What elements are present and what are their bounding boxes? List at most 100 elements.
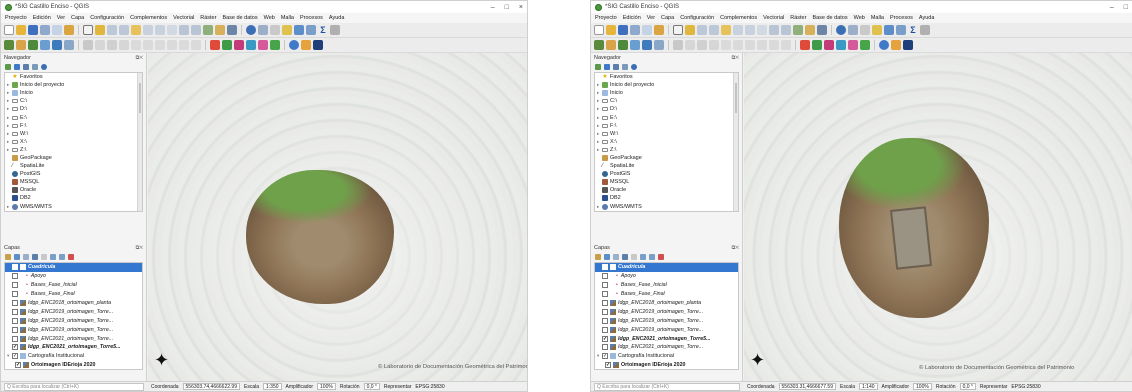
browser-item-inicio-proyecto[interactable]: ▸ Inicio del proyecto [5, 81, 142, 89]
label-pin-icon[interactable] [222, 40, 232, 50]
collapse-all-icon[interactable] [622, 64, 628, 70]
manage-themes-icon[interactable] [23, 254, 29, 260]
add-delimited-icon[interactable] [654, 40, 664, 50]
style-panel-icon[interactable] [595, 254, 601, 260]
menu-capa[interactable]: Capa [71, 15, 84, 21]
menu-base-de-datos[interactable]: Base de datos [812, 15, 847, 21]
browser-item-inicio-proyecto[interactable]: ▸ Inicio del proyecto [595, 81, 738, 89]
add-wms-icon[interactable] [642, 40, 652, 50]
layer-checkbox[interactable] [602, 300, 608, 306]
browser-item-inicio[interactable]: ▸ Inicio [5, 89, 142, 97]
layer-group-cartografia[interactable]: ▾ ✓ Cartografía Institucional [595, 352, 738, 361]
python-console-icon[interactable] [879, 40, 889, 50]
plugin-icon[interactable] [301, 40, 311, 50]
layer-ortoimagen-2018-planta[interactable]: Idgp_ENC2018_ortoimagen_planta [595, 299, 738, 308]
browser-item-w-drive[interactable]: ▸ W:\ [5, 130, 142, 138]
layer-checkbox[interactable]: ✓ [15, 362, 21, 369]
collapse-all-icon[interactable] [32, 64, 38, 70]
browser-item-e-drive[interactable]: ▸ E:\ [595, 113, 738, 121]
filter-legend-icon[interactable] [622, 254, 628, 260]
layer-checkbox[interactable]: ✓ [602, 335, 608, 342]
processing-toolbox-icon[interactable] [903, 40, 913, 50]
pan-icon[interactable] [673, 25, 683, 35]
zoom-last-icon[interactable] [769, 25, 779, 35]
select-features-icon[interactable] [258, 25, 268, 35]
label-tool-icon[interactable] [800, 40, 810, 50]
measure-icon[interactable] [330, 25, 340, 35]
menu-complementos[interactable]: Complementos [130, 15, 167, 21]
collapse-all-icon[interactable] [59, 254, 65, 260]
redo-icon[interactable] [781, 40, 791, 50]
magnifier-field[interactable]: 100% [913, 383, 932, 390]
vertex-tool-icon[interactable] [119, 40, 129, 50]
layer-ortoimagen-iderioja[interactable]: ✓ Ortoimagen IDErioja 2020 [595, 361, 738, 369]
layer-ortoimagen-2021-torre5[interactable]: ✓ Idgp_ENC2021_ortoimagen_Torre5... [595, 334, 738, 343]
layer-checkbox[interactable] [12, 335, 18, 342]
menu-vectorial[interactable]: Vectorial [173, 15, 194, 21]
collapse-all-icon[interactable] [649, 254, 655, 260]
refresh-icon[interactable] [604, 64, 610, 70]
browser-item-f-drive[interactable]: ▸ F:\ [595, 122, 738, 130]
menu-ver[interactable]: Ver [57, 15, 65, 21]
save-project-icon[interactable] [28, 25, 38, 35]
render-checkbox[interactable]: Representar [384, 384, 412, 390]
save-project-icon[interactable] [618, 25, 628, 35]
close-button[interactable]: × [519, 4, 523, 11]
sigma-icon[interactable]: Σ [908, 25, 918, 35]
zoom-layer-icon[interactable] [745, 25, 755, 35]
panel-float-close-icon[interactable]: ⧉✕ [136, 55, 143, 61]
browser-item-d-drive[interactable]: ▸ D:\ [5, 105, 142, 113]
filter-legend-icon[interactable] [32, 254, 38, 260]
layer-checkbox[interactable] [12, 264, 18, 271]
menu-web[interactable]: Web [854, 15, 865, 21]
measure-icon[interactable] [920, 25, 930, 35]
menu-proyecto[interactable]: Proyecto [5, 15, 27, 21]
save-as-icon[interactable] [630, 25, 640, 35]
paste-features-icon[interactable] [167, 40, 177, 50]
layer-ortoimagen-2019-torre-b[interactable]: Idgp_ENC2019_ortoimagen_Torre... [595, 316, 738, 325]
layer-checkbox[interactable] [602, 317, 608, 324]
layer-ortoimagen-2021-torre5[interactable]: ✓ Idgp_ENC2021_ortoimagen_Torre5... [5, 343, 142, 352]
add-delimited-icon[interactable] [64, 40, 74, 50]
zoom-full-icon[interactable] [131, 25, 141, 35]
bookmark-icon[interactable] [805, 25, 815, 35]
label-move-icon[interactable] [836, 40, 846, 50]
layout-manager-icon[interactable] [654, 25, 664, 35]
python-console-icon[interactable] [289, 40, 299, 50]
menu-procesos[interactable]: Procesos [890, 15, 913, 21]
panel-float-close-icon[interactable]: ⧉✕ [732, 55, 739, 61]
layer-checkbox[interactable] [602, 326, 608, 333]
new-map-view-icon[interactable] [203, 25, 213, 35]
layer-ortoimagen-2019-torre-c[interactable]: Idgp_ENC2019_ortoimagen_Torre... [595, 325, 738, 334]
expand-all-icon[interactable] [640, 254, 646, 260]
zoom-native-icon[interactable] [167, 25, 177, 35]
save-edits-icon[interactable] [95, 40, 105, 50]
save-as-icon[interactable] [40, 25, 50, 35]
sigma-icon[interactable]: Σ [318, 25, 328, 35]
toggle-editing-icon[interactable] [673, 40, 683, 50]
render-checkbox[interactable]: Representar [980, 384, 1008, 390]
zoom-in-icon[interactable] [697, 25, 707, 35]
refresh-icon[interactable] [817, 25, 827, 35]
map-canvas[interactable]: ✦ © Laboratorio de Documentación Geométr… [744, 53, 1132, 381]
browser-item-z-drive[interactable]: ▸ Z:\ [5, 146, 142, 154]
refresh-icon[interactable] [227, 25, 237, 35]
browser-item-geopackage[interactable]: GeoPackage [595, 154, 738, 162]
processing-toolbox-icon[interactable] [313, 40, 323, 50]
panel-float-close-icon[interactable]: ⧉✕ [136, 245, 143, 251]
zoom-next-icon[interactable] [781, 25, 791, 35]
layer-checkbox[interactable] [12, 326, 18, 333]
attribute-table-icon[interactable] [872, 25, 882, 35]
open-project-icon[interactable] [16, 25, 26, 35]
identify-icon[interactable] [836, 25, 846, 35]
new-layer-icon[interactable] [606, 40, 616, 50]
rotation-field[interactable]: 0,0 ° [959, 383, 976, 390]
layer-checkbox[interactable] [12, 273, 18, 280]
expand-all-icon[interactable] [50, 254, 56, 260]
layer-bases-fase-inicial[interactable]: • Bases_Fase_Inicial [5, 281, 142, 290]
menu-base-de-datos[interactable]: Base de datos [222, 15, 257, 21]
menu-edicion[interactable]: Edición [33, 15, 51, 21]
undo-icon[interactable] [769, 40, 779, 50]
browser-item-inicio[interactable]: ▸ Inicio [595, 89, 738, 97]
vertex-tool-icon[interactable] [709, 40, 719, 50]
